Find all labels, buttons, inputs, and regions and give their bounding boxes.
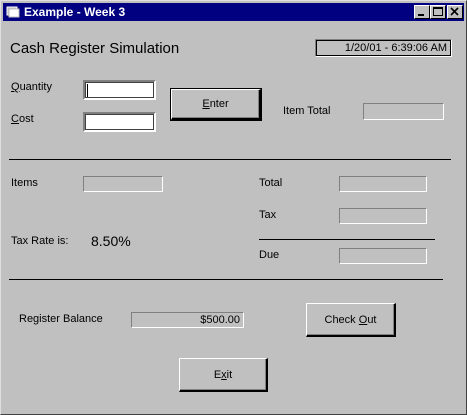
- close-icon: [450, 7, 459, 16]
- quantity-field[interactable]: [83, 80, 156, 100]
- exit-button[interactable]: Exit: [179, 358, 268, 392]
- minimize-icon: [418, 14, 424, 16]
- total-field: [339, 176, 427, 192]
- tax-rate-label: Tax Rate is:: [11, 235, 69, 247]
- enter-button-label: Enter: [202, 98, 229, 110]
- app-icon[interactable]: [6, 5, 20, 19]
- maximize-icon: [433, 7, 443, 16]
- title-bar[interactable]: Example - Week 3: [3, 3, 464, 21]
- tax-field: [339, 208, 427, 224]
- cost-label: Cost: [11, 113, 34, 125]
- items-label: Items: [11, 177, 38, 189]
- register-balance-field: $500.00: [131, 312, 244, 328]
- maximize-button[interactable]: [430, 5, 446, 19]
- datetime-display: 1/20/01 - 6:39:06 AM: [315, 39, 452, 57]
- cost-field[interactable]: [83, 112, 156, 132]
- due-field: [339, 248, 427, 264]
- items-field: [83, 176, 163, 192]
- minimize-button[interactable]: [414, 5, 430, 19]
- text-cursor: [87, 84, 88, 97]
- due-label: Due: [259, 249, 280, 261]
- quantity-label: Quantity: [11, 81, 52, 93]
- check-out-button[interactable]: Check Out: [306, 303, 396, 337]
- divider-bottom: [9, 279, 443, 280]
- window-title: Example - Week 3: [24, 5, 126, 19]
- check-out-button-label: Check Out: [324, 314, 377, 326]
- divider-due: [259, 239, 435, 240]
- total-label: Total: [259, 177, 283, 189]
- enter-button[interactable]: Enter: [170, 88, 262, 121]
- main-window: Example - Week 3 Cash Register Simulatio…: [0, 0, 467, 415]
- tax-rate-value: 8.50%: [91, 233, 131, 249]
- close-button[interactable]: [447, 5, 463, 19]
- page-title: Cash Register Simulation: [10, 40, 180, 57]
- divider-top: [9, 159, 451, 160]
- tax-label: Tax: [259, 209, 277, 221]
- register-balance-label: Register Balance: [19, 313, 103, 325]
- exit-button-label: Exit: [213, 369, 233, 381]
- item-total-field: [363, 103, 444, 120]
- item-total-label: Item Total: [283, 105, 331, 117]
